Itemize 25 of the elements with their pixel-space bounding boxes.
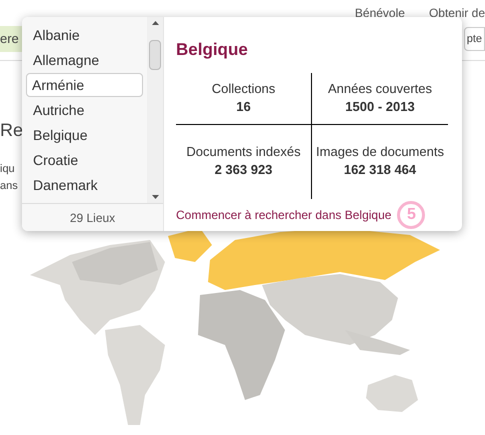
stat-label: Documents indexés [185,143,302,160]
place-item[interactable]: Arménie [26,73,143,97]
intro-text: iqu [0,162,15,177]
stat-value: 162 318 464 [344,161,416,180]
account-button[interactable]: pte [464,27,485,51]
scrollbar[interactable] [147,17,163,203]
stat-label: Images de documents [315,143,445,160]
stat-label: Collections [210,80,276,97]
country-title: Belgique [176,39,249,61]
search-link[interactable]: Commencer à rechercher dans Belgique [176,206,392,224]
page-heading: Re [0,121,24,139]
places-count: 29 Lieux [68,210,116,227]
stat-value: 16 [236,98,251,116]
place-item[interactable]: Belgique [26,123,143,147]
place-item[interactable]: Croatie [26,148,143,172]
intro-text: ans [0,179,18,194]
scroll-down-icon[interactable] [152,195,158,199]
step-marker: 5 [397,201,426,229]
stat-label: Années couvertes [326,80,434,97]
place-item[interactable]: Danemark [26,173,143,197]
stat-value: 2 363 923 [214,161,272,180]
stat-value: 1500 - 2013 [345,98,415,116]
scroll-up-icon[interactable] [152,21,158,25]
scroll-thumb[interactable] [149,40,161,70]
place-item[interactable]: Autriche [26,98,143,122]
